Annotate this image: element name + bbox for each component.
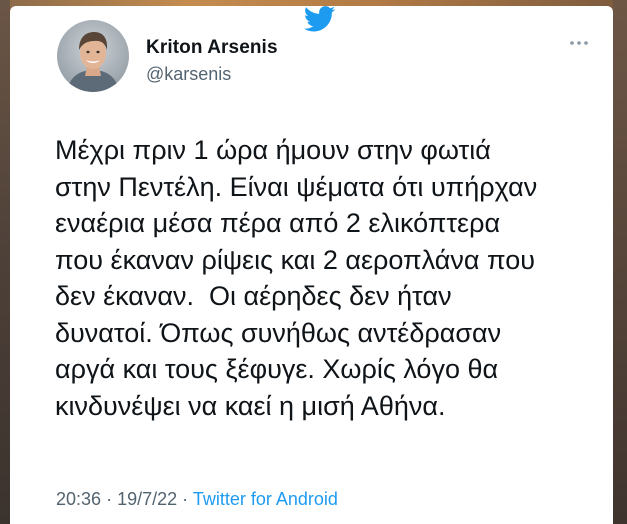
author-name[interactable]: Kriton Arsenis [146, 37, 278, 59]
more-options-icon[interactable] [567, 36, 591, 50]
tweet-time[interactable]: 20:36 [56, 489, 101, 509]
tweet-metadata: 20:36 · 19/7/22 · Twitter for Android [56, 489, 338, 510]
photo-backdrop-right [613, 0, 627, 524]
tweet-source[interactable]: Twitter for Android [193, 489, 338, 509]
meta-separator: · [106, 489, 113, 509]
author-avatar[interactable] [57, 20, 129, 92]
tweet-card: Kriton Arsenis @karsenis Μέχρι πριν 1 ώρ… [10, 6, 613, 524]
tweet-date[interactable]: 19/7/22 [117, 489, 177, 509]
photo-backdrop-left [0, 0, 10, 524]
author-handle[interactable]: @karsenis [146, 64, 231, 85]
meta-separator: · [182, 489, 189, 509]
tweet-text: Μέχρι πριν 1 ώρα ήμουν στην φωτιά στην Π… [55, 135, 538, 421]
twitter-bird-icon [303, 6, 336, 32]
